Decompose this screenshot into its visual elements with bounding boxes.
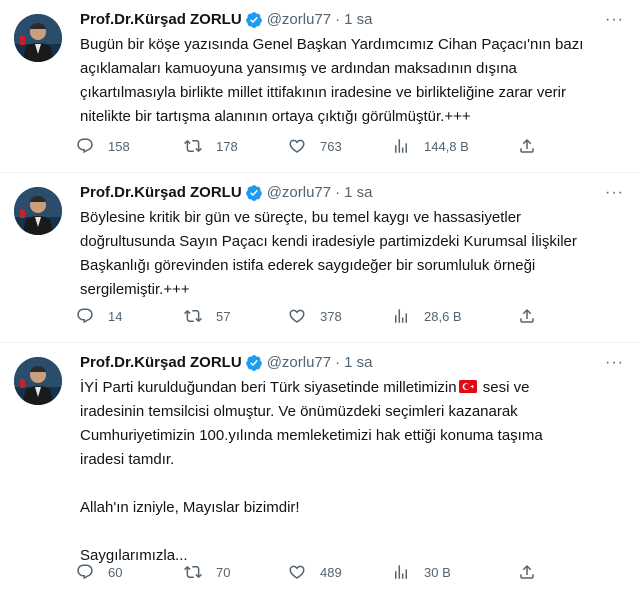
like-count: 763 bbox=[320, 138, 342, 154]
retweet-count: 178 bbox=[216, 138, 238, 154]
reply-button[interactable]: 158 bbox=[76, 135, 130, 157]
timestamp[interactable]: 1 sa bbox=[344, 10, 372, 30]
author-handle[interactable]: @zorlu77 bbox=[267, 10, 331, 30]
tweet[interactable]: Prof.Dr.Kürşad ZORLU @zorlu77 · 1 sa ···… bbox=[0, 173, 640, 343]
share-icon bbox=[520, 564, 534, 579]
timestamp[interactable]: 1 sa bbox=[344, 183, 372, 203]
reply-icon bbox=[77, 308, 93, 324]
turkey-flag-icon bbox=[458, 380, 477, 393]
verified-badge-icon bbox=[245, 12, 262, 28]
like-icon bbox=[289, 139, 305, 153]
text-segment: iradesinin temsilcisi olmuştur. Ve önümü… bbox=[80, 403, 543, 468]
retweet-icon bbox=[184, 309, 202, 323]
tweet-actions: 60 70 489 30 B bbox=[76, 561, 546, 583]
share-button[interactable] bbox=[518, 135, 536, 157]
like-count: 489 bbox=[320, 564, 342, 580]
view-count: 30 B bbox=[424, 564, 451, 580]
tweet-actions: 158 178 763 144,8 B bbox=[76, 135, 546, 157]
retweet-button[interactable]: 178 bbox=[184, 135, 238, 157]
like-icon bbox=[289, 565, 305, 579]
tweet-paragraph: İYİ Parti kurulduğundan beri Türk siyase… bbox=[80, 376, 628, 472]
separator-dot: · bbox=[335, 184, 341, 201]
tweet[interactable]: Prof.Dr.Kürşad ZORLU @zorlu77 · 1 sa ···… bbox=[0, 343, 640, 589]
like-button[interactable]: 489 bbox=[288, 561, 342, 583]
retweet-button[interactable]: 57 bbox=[184, 305, 230, 327]
reply-count: 60 bbox=[108, 564, 123, 580]
tweet-paragraph: Böylesine kritik bir gün ve süreçte, bu … bbox=[80, 209, 577, 298]
view-count: 144,8 B bbox=[424, 138, 469, 154]
retweet-icon bbox=[184, 565, 202, 579]
views-button[interactable]: 144,8 B bbox=[392, 135, 469, 157]
tweet-text: Bugün bir köşe yazısında Genel Başkan Ya… bbox=[80, 33, 628, 129]
like-count: 378 bbox=[320, 308, 342, 324]
share-icon bbox=[520, 308, 534, 323]
views-icon bbox=[395, 139, 407, 153]
views-button[interactable]: 28,6 B bbox=[392, 305, 462, 327]
verified-badge-icon bbox=[245, 185, 262, 201]
more-icon[interactable]: ··· bbox=[605, 12, 624, 28]
tweet-paragraph: Bugün bir köşe yazısında Genel Başkan Ya… bbox=[80, 36, 584, 125]
avatar[interactable] bbox=[14, 357, 62, 405]
reply-button[interactable]: 14 bbox=[76, 305, 122, 327]
more-icon[interactable]: ··· bbox=[605, 185, 624, 201]
tweet-thread: Prof.Dr.Kürşad ZORLU @zorlu77 · 1 sa ···… bbox=[0, 0, 640, 589]
share-button[interactable] bbox=[518, 561, 536, 583]
reply-button[interactable]: 60 bbox=[76, 561, 122, 583]
tweet-text: İYİ Parti kurulduğundan beri Türk siyase… bbox=[80, 376, 628, 568]
retweet-count: 57 bbox=[216, 308, 231, 324]
reply-count: 158 bbox=[108, 138, 130, 154]
verified-badge-icon bbox=[245, 355, 262, 371]
author-handle[interactable]: @zorlu77 bbox=[267, 353, 331, 373]
avatar[interactable] bbox=[14, 14, 62, 62]
more-icon[interactable]: ··· bbox=[605, 355, 624, 371]
views-icon bbox=[395, 309, 407, 323]
like-button[interactable]: 763 bbox=[288, 135, 342, 157]
tweet-header: Prof.Dr.Kürşad ZORLU @zorlu77 · 1 sa bbox=[80, 353, 372, 373]
tweet-text: Böylesine kritik bir gün ve süreçte, bu … bbox=[80, 206, 628, 302]
views-button[interactable]: 30 B bbox=[392, 561, 451, 583]
views-icon bbox=[395, 565, 407, 579]
avatar[interactable] bbox=[14, 187, 62, 235]
reply-count: 14 bbox=[108, 308, 123, 324]
separator-dot: · bbox=[335, 11, 341, 28]
tweet-actions: 14 57 378 28,6 B bbox=[76, 305, 546, 327]
author-name[interactable]: Prof.Dr.Kürşad ZORLU bbox=[80, 183, 242, 203]
tweet-paragraph: Allah'ın izniyle, Mayıslar bizimdir! bbox=[80, 499, 300, 516]
share-button[interactable] bbox=[518, 305, 536, 327]
tweet[interactable]: Prof.Dr.Kürşad ZORLU @zorlu77 · 1 sa ···… bbox=[0, 0, 640, 173]
reply-icon bbox=[77, 138, 93, 154]
like-button[interactable]: 378 bbox=[288, 305, 342, 327]
author-handle[interactable]: @zorlu77 bbox=[267, 183, 331, 203]
like-icon bbox=[289, 309, 305, 323]
reply-icon bbox=[77, 564, 93, 580]
retweet-icon bbox=[184, 139, 202, 153]
separator-dot: · bbox=[335, 354, 341, 371]
retweet-button[interactable]: 70 bbox=[184, 561, 230, 583]
tweet-header: Prof.Dr.Kürşad ZORLU @zorlu77 · 1 sa bbox=[80, 10, 372, 30]
share-icon bbox=[520, 138, 534, 153]
tweet-header: Prof.Dr.Kürşad ZORLU @zorlu77 · 1 sa bbox=[80, 183, 372, 203]
author-name[interactable]: Prof.Dr.Kürşad ZORLU bbox=[80, 353, 242, 373]
view-count: 28,6 B bbox=[424, 308, 462, 324]
author-name[interactable]: Prof.Dr.Kürşad ZORLU bbox=[80, 10, 242, 30]
timestamp[interactable]: 1 sa bbox=[344, 353, 372, 373]
retweet-count: 70 bbox=[216, 564, 231, 580]
text-segment: sesi ve bbox=[478, 379, 530, 396]
text-segment: İYİ Parti kurulduğundan beri Türk siyase… bbox=[80, 379, 457, 396]
